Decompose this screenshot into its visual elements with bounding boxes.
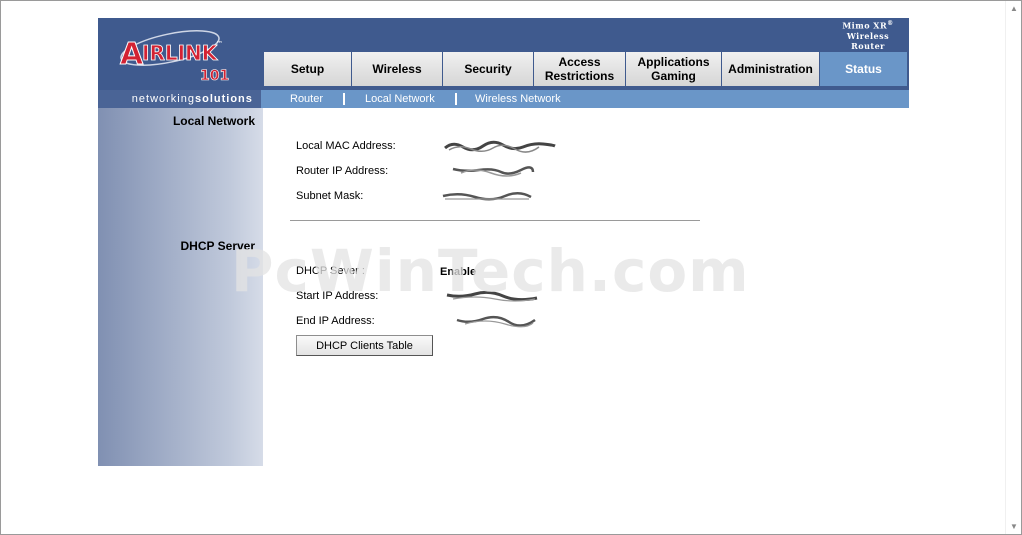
- tagline-suffix: solutions: [194, 93, 253, 105]
- tab-label: Security: [464, 62, 512, 76]
- airlink-logo-icon: A IRLINK ™ 101: [120, 30, 230, 84]
- start-ip-label: Start IP Address:: [296, 290, 379, 302]
- subnav-wireless-network[interactable]: Wireless Network: [475, 90, 561, 108]
- dhcp-clients-table-button[interactable]: DHCP Clients Table: [296, 335, 433, 356]
- product-line1-mark: ®: [887, 20, 894, 27]
- tagline-prefix: networking: [131, 93, 195, 105]
- dhcp-server-value: Enable: [440, 266, 477, 278]
- tab-label: Applications Gaming: [637, 55, 710, 83]
- product-name: Mimo XR® Wireless Router: [829, 19, 907, 51]
- product-line1: Mimo XR: [842, 20, 888, 31]
- svg-text:101: 101: [200, 68, 229, 84]
- subnet-mask-label: Subnet Mask:: [296, 190, 364, 202]
- subnet-mask-redacted: [442, 192, 532, 201]
- tab-setup[interactable]: Setup: [263, 52, 351, 86]
- sub-navigation: Router Local Network Wireless Network: [261, 90, 909, 108]
- router-admin-page: A IRLINK ™ 101 networkingsolutions Mimo …: [98, 18, 909, 466]
- tab-label: Administration: [728, 62, 813, 76]
- start-ip-redacted: [446, 290, 538, 302]
- dhcp-server-label: DHCP Sever :: [296, 265, 365, 277]
- subnav-local-network[interactable]: Local Network: [365, 90, 435, 108]
- tab-administration[interactable]: Administration: [721, 52, 819, 86]
- router-ip-redacted: [452, 166, 535, 177]
- tab-status[interactable]: Status: [819, 52, 907, 86]
- airlink-logo: A IRLINK ™ 101: [98, 18, 261, 90]
- brand-tagline: networkingsolutions: [98, 90, 261, 108]
- product-line2: Wireless Router: [846, 30, 890, 51]
- section-divider: [290, 220, 700, 221]
- content-panel: Local MAC Address: Router IP Address: Su…: [263, 108, 909, 466]
- subnav-router[interactable]: Router: [290, 90, 323, 108]
- tab-wireless[interactable]: Wireless: [351, 52, 442, 86]
- mac-address-redacted: [444, 140, 556, 153]
- tab-access-restrictions[interactable]: Access Restrictions: [533, 52, 625, 86]
- subnav-separator: [343, 93, 345, 105]
- end-ip-label: End IP Address:: [296, 315, 375, 327]
- tab-applications-gaming[interactable]: Applications Gaming: [625, 52, 721, 86]
- section-title-dhcp-server: DHCP Server: [180, 239, 255, 253]
- tab-label: Access Restrictions: [544, 55, 615, 83]
- tab-security[interactable]: Security: [442, 52, 533, 86]
- mac-address-label: Local MAC Address:: [296, 140, 396, 152]
- main-tabs: Setup Wireless Security Access Restricti…: [263, 52, 907, 86]
- svg-text:A: A: [120, 37, 144, 72]
- tab-label: Wireless: [372, 62, 422, 76]
- subnav-separator: [455, 93, 457, 105]
- tab-label: Status: [845, 62, 882, 76]
- section-title-local-network: Local Network: [172, 114, 255, 128]
- scroll-down-icon[interactable]: ▼: [1010, 522, 1018, 531]
- scroll-up-icon[interactable]: ▲: [1010, 4, 1018, 13]
- svg-text:™: ™: [216, 40, 223, 48]
- sidebar: Local Network DHCP Server: [98, 108, 263, 466]
- svg-text:IRLINK: IRLINK: [142, 41, 219, 65]
- vertical-scrollbar[interactable]: ▲ ▼: [1005, 1, 1021, 534]
- end-ip-redacted: [456, 315, 536, 328]
- tab-label: Setup: [290, 62, 325, 76]
- router-ip-label: Router IP Address:: [296, 165, 389, 177]
